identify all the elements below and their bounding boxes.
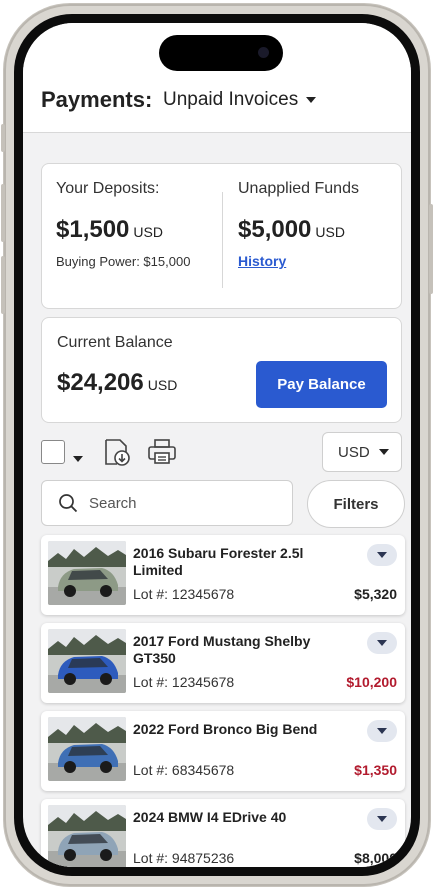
unapplied-amount-row: $5,000 USD [238, 216, 345, 244]
balance-currency: USD [147, 377, 178, 393]
vehicle-name: 2024 BMW I4 EDrive 40 [133, 809, 287, 825]
vehicle-photo [48, 629, 126, 693]
current-balance-label: Current Balance [57, 334, 173, 351]
invoice-view-label: Unpaid Invoices [163, 89, 299, 110]
deposits-label: Your Deposits: [56, 180, 160, 197]
vehicle-lot-number: Lot #: 94875236 [133, 850, 235, 866]
vehicle-photo [48, 541, 126, 605]
app-screen: Payments: Unpaid Invoices Your Deposits:… [23, 23, 411, 867]
vehicle-card[interactable]: 2016 Subaru Forester 2.5l Limited Lot #: … [41, 535, 405, 615]
deposits-amount-row: $1,500 USD [56, 216, 163, 244]
page-header: Payments: Unpaid Invoices [23, 23, 411, 133]
divider [222, 192, 223, 288]
vehicle-card[interactable]: 2022 Ford Bronco Big Bend Lot #: 68345678… [41, 711, 405, 791]
vehicle-photo [48, 717, 126, 781]
search-icon [59, 494, 78, 513]
chevron-down-icon [377, 728, 387, 734]
currency-select-value: USD [338, 443, 370, 461]
dynamic-island [159, 35, 283, 71]
currency-select[interactable]: USD [322, 432, 402, 472]
vehicle-price: $8,000 [354, 850, 397, 866]
vehicle-price: $1,350 [354, 762, 397, 778]
vehicle-card[interactable]: 2024 BMW I4 EDrive 40 Lot #: 94875236 $8,0… [41, 799, 405, 867]
caret-down-icon [306, 97, 317, 103]
vehicle-lot-number: Lot #: 12345678 [133, 674, 235, 690]
balance-amount-row: $24,206 USD [57, 369, 177, 397]
expand-button[interactable] [367, 720, 397, 742]
chevron-down-icon [377, 552, 387, 558]
deposits-card: Your Deposits: $1,500 USD Buying Power: $… [41, 163, 402, 309]
deposits-currency: USD [133, 224, 163, 240]
balance-amount: $24,206 [57, 369, 144, 396]
unapplied-amount: $5,000 [238, 216, 312, 243]
history-link[interactable]: History [238, 253, 286, 269]
vehicle-lot-number: Lot #: 68345678 [133, 762, 235, 778]
caret-down-icon [379, 449, 389, 455]
vehicle-name: 2016 Subaru Forester 2.5l Limited [133, 545, 304, 578]
vehicle-name: 2017 Ford Mustang Shelby GT350 [133, 633, 311, 666]
expand-button[interactable] [367, 808, 397, 830]
print-icon[interactable] [147, 438, 177, 471]
volume-up-button [1, 184, 5, 242]
vehicle-photo [48, 805, 126, 867]
vehicle-name: 2022 Ford Bronco Big Bend [133, 721, 318, 737]
power-button [429, 204, 433, 294]
unapplied-currency: USD [315, 224, 345, 240]
caret-down-icon [73, 456, 83, 462]
vehicle-price: $10,200 [346, 674, 397, 690]
volume-down-button [1, 256, 5, 314]
filters-button[interactable]: Filters [307, 480, 405, 528]
vehicle-lot-number: Lot #: 12345678 [133, 586, 235, 602]
pay-balance-button[interactable]: Pay Balance [256, 361, 387, 408]
current-balance-card: Current Balance $24,206 USD Pay Balance [41, 317, 402, 423]
camera-icon [258, 47, 269, 58]
vehicle-card[interactable]: 2017 Ford Mustang Shelby GT350 Lot #: 123… [41, 623, 405, 703]
select-options-dropdown[interactable] [73, 449, 83, 467]
vehicle-price: $5,320 [354, 586, 397, 602]
search-input[interactable]: Search [41, 480, 293, 526]
buying-power: Buying Power: $15,000 [56, 254, 191, 269]
search-placeholder: Search [89, 494, 137, 512]
chevron-down-icon [377, 640, 387, 646]
chevron-down-icon [377, 816, 387, 822]
deposits-amount: $1,500 [56, 216, 130, 243]
download-icon[interactable] [102, 437, 132, 472]
expand-button[interactable] [367, 544, 397, 566]
phone-bezel: Payments: Unpaid Invoices Your Deposits:… [14, 14, 420, 876]
page-title: Payments: [41, 87, 153, 112]
phone-frame: Payments: Unpaid Invoices Your Deposits:… [1, 4, 433, 886]
action-button [1, 124, 5, 152]
expand-button[interactable] [367, 632, 397, 654]
unapplied-funds-label: Unapplied Funds [238, 180, 359, 197]
invoice-view-dropdown[interactable]: Unpaid Invoices [163, 89, 317, 111]
select-all-checkbox[interactable] [41, 440, 65, 464]
